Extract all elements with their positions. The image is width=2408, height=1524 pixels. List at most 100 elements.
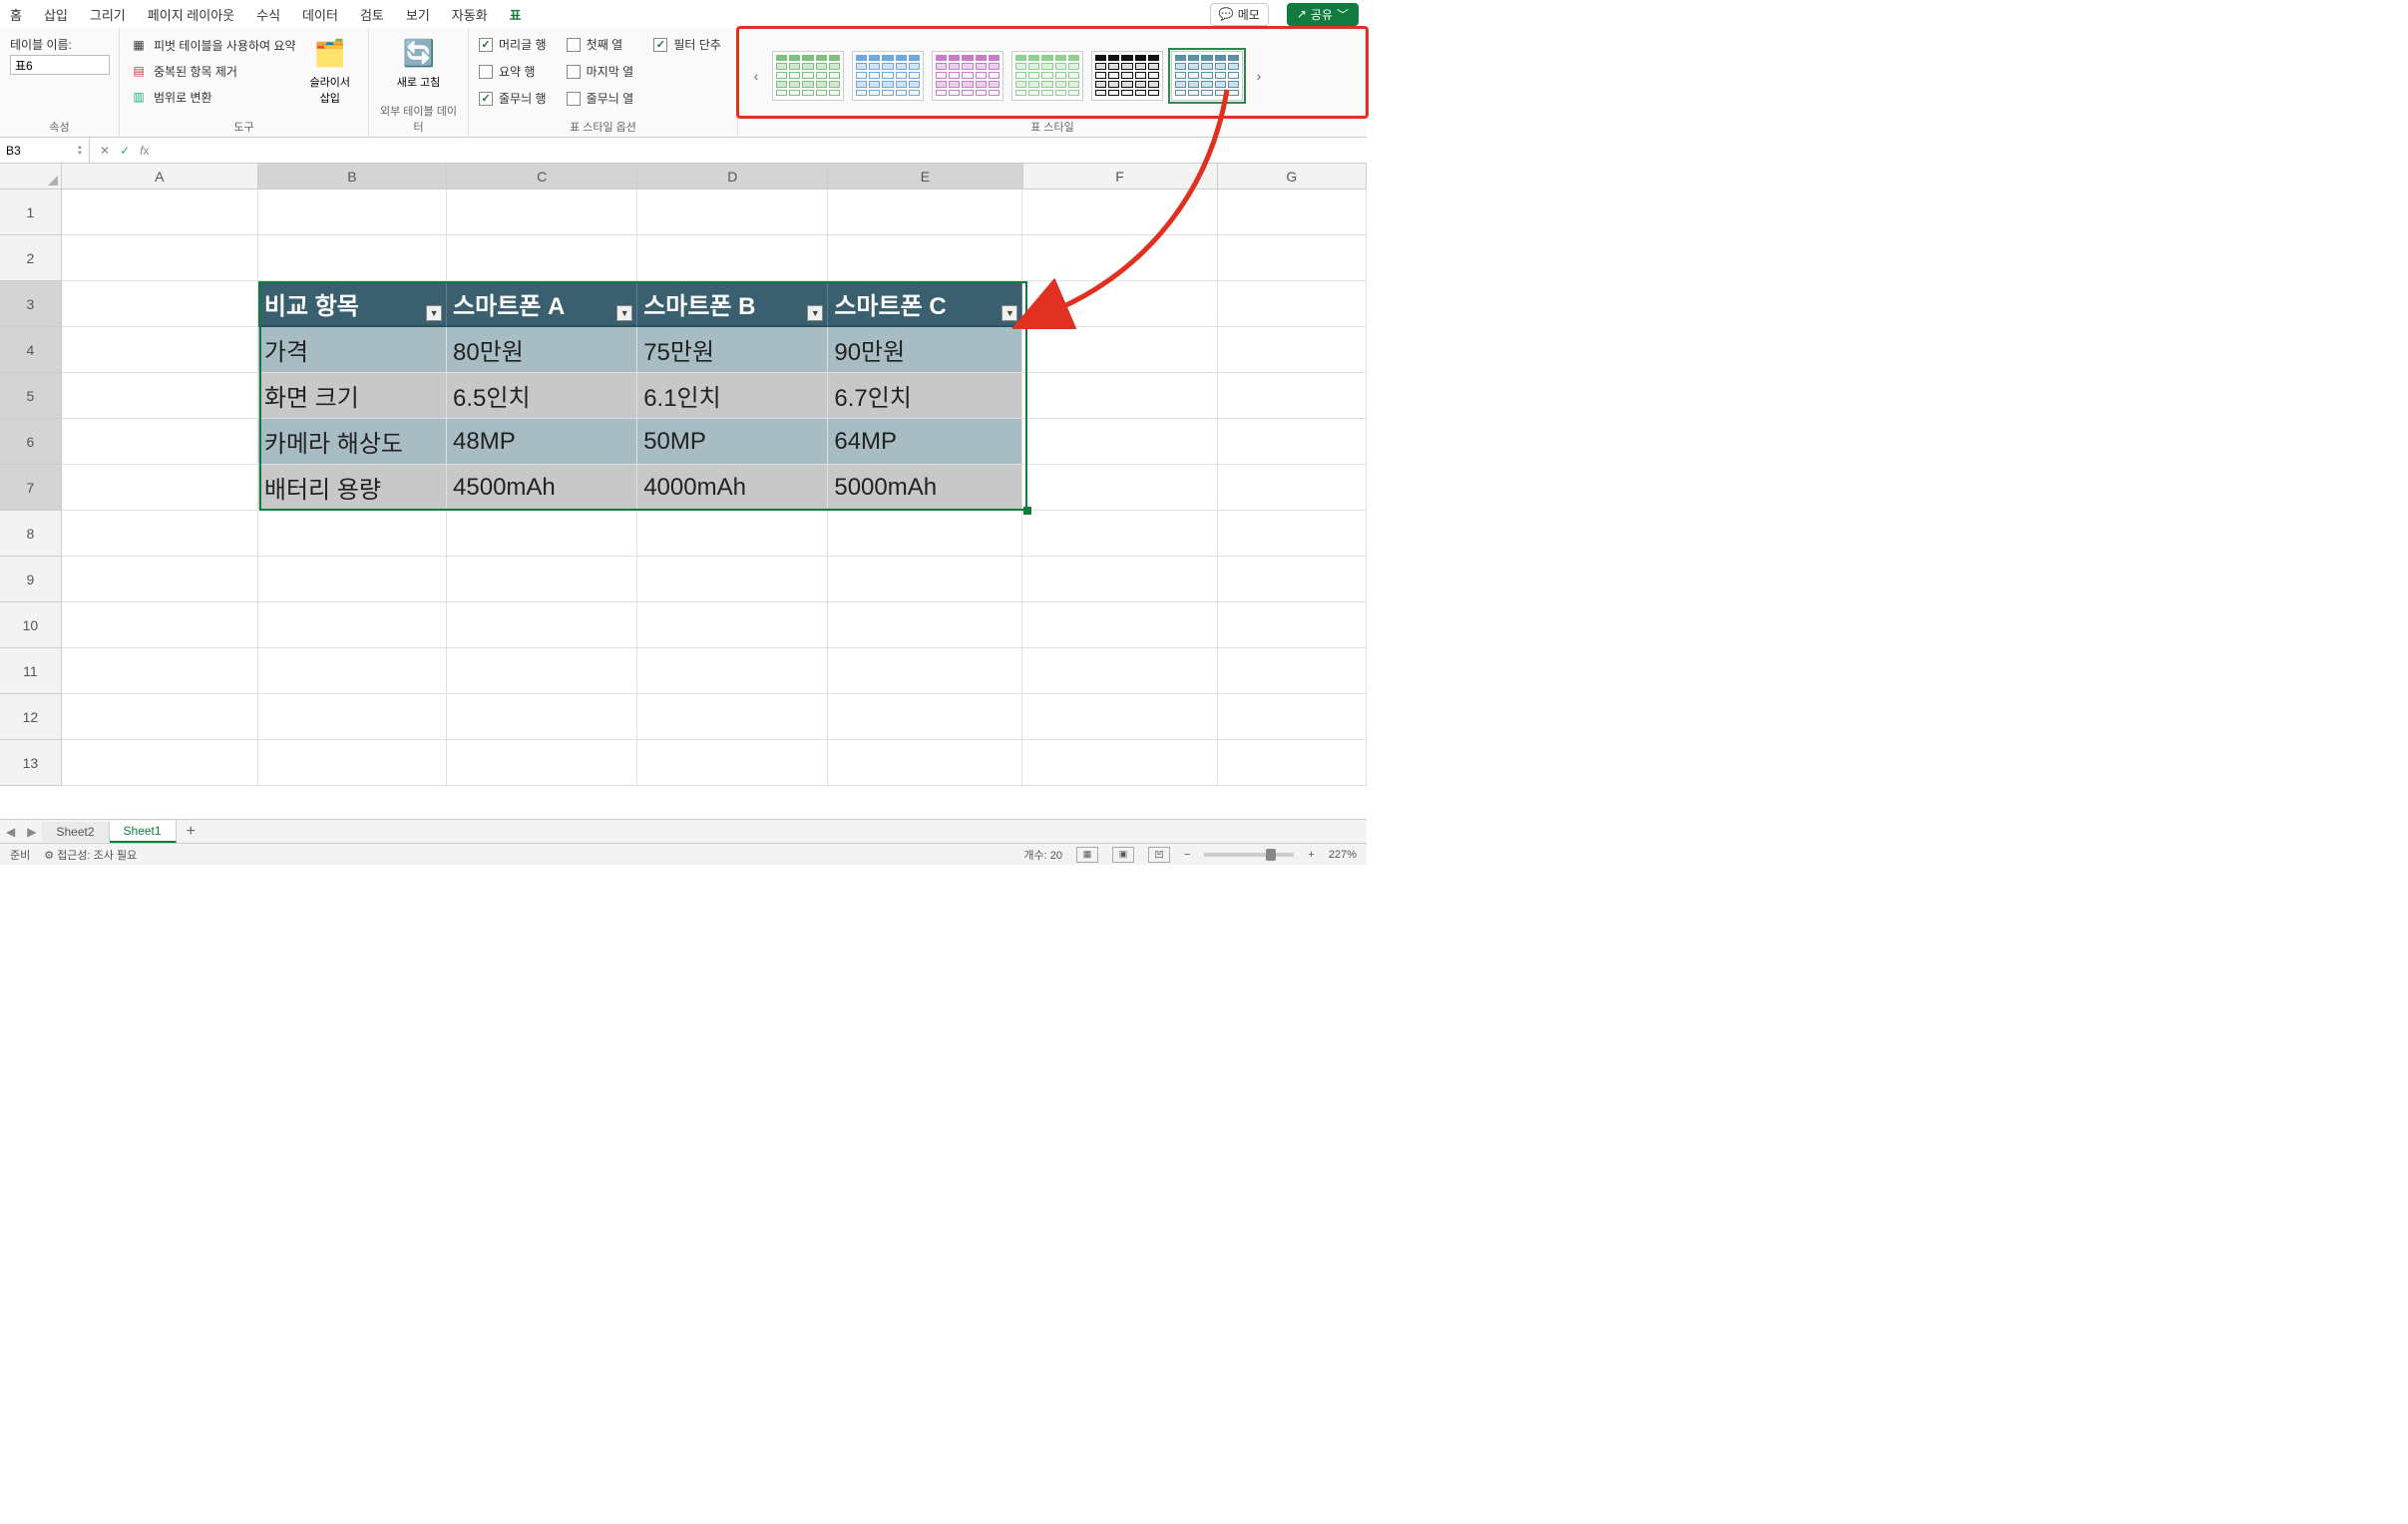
cell-C4[interactable]: 80만원 [447,327,637,373]
slicer-button[interactable]: 🗂️ 슬라이서 삽입 [305,34,353,110]
cell-B13[interactable] [258,740,447,786]
cell-C9[interactable] [447,557,637,602]
confirm-icon[interactable]: ✓ [120,144,130,158]
cell-G7[interactable] [1218,465,1367,511]
cell-F10[interactable] [1022,602,1217,648]
gallery-next[interactable]: › [1251,51,1267,101]
cell-F3[interactable] [1022,281,1217,327]
row-header-6[interactable]: 6 [0,419,62,465]
cell-G11[interactable] [1218,648,1367,694]
cell-E5[interactable]: 6.7인치 [828,373,1022,419]
col-header-C[interactable]: C [447,164,637,190]
cell-G10[interactable] [1218,602,1367,648]
cell-C10[interactable] [447,602,637,648]
sheet-nav-prev[interactable]: ◀ [0,825,21,839]
filter-dropdown[interactable]: ▼ [616,305,632,321]
cell-D11[interactable] [637,648,828,694]
row-header-3[interactable]: 3 [0,281,62,327]
opt-banded-row[interactable]: 줄무늬 행 [479,88,553,109]
tab-data[interactable]: 데이터 [300,1,340,28]
cell-G12[interactable] [1218,694,1367,740]
zoom-in[interactable]: + [1308,849,1314,861]
add-sheet-button[interactable]: + [177,823,205,841]
row-header-7[interactable]: 7 [0,465,62,511]
cell-F6[interactable] [1022,419,1217,465]
zoom-out[interactable]: − [1184,849,1190,861]
cell-B1[interactable] [258,190,447,235]
cell-A1[interactable] [62,190,258,235]
cell-D7[interactable]: 4000mAh [637,465,828,511]
col-header-E[interactable]: E [828,164,1022,190]
cell-C6[interactable]: 48MP [447,419,637,465]
tab-home[interactable]: 홈 [8,1,24,28]
row-header-2[interactable]: 2 [0,235,62,281]
row-header-10[interactable]: 10 [0,602,62,648]
row-header-5[interactable]: 5 [0,373,62,419]
cell-C11[interactable] [447,648,637,694]
cell-E11[interactable] [828,648,1022,694]
cell-E9[interactable] [828,557,1022,602]
share-button[interactable]: ↗ 공유 ﹀ [1287,3,1359,26]
cell-D8[interactable] [637,511,828,557]
sheet-tab-2[interactable]: Sheet2 [42,822,109,842]
cell-D9[interactable] [637,557,828,602]
cell-D1[interactable] [637,190,828,235]
cell-E8[interactable] [828,511,1022,557]
cell-C1[interactable] [447,190,637,235]
cell-C7[interactable]: 4500mAh [447,465,637,511]
cell-A7[interactable] [62,465,258,511]
remove-dup-button[interactable]: ▤중복된 항목 제거 [130,60,295,82]
filter-dropdown[interactable]: ▼ [1002,305,1017,321]
cell-F8[interactable] [1022,511,1217,557]
cell-A13[interactable] [62,740,258,786]
cell-E10[interactable] [828,602,1022,648]
cell-F1[interactable] [1022,190,1217,235]
cell-G4[interactable] [1218,327,1367,373]
zoom-slider[interactable] [1204,853,1294,857]
tab-table[interactable]: 표 [508,1,524,28]
table-style-1[interactable] [772,51,844,101]
cell-E7[interactable]: 5000mAh [828,465,1022,511]
memo-button[interactable]: 💬 메모 [1210,3,1269,26]
cell-C2[interactable] [447,235,637,281]
cell-E6[interactable]: 64MP [828,419,1022,465]
cell-F12[interactable] [1022,694,1217,740]
cell-A10[interactable] [62,602,258,648]
col-header-B[interactable]: B [258,164,447,190]
cell-G3[interactable] [1218,281,1367,327]
col-header-A[interactable]: A [62,164,258,190]
opt-banded-col[interactable]: 줄무늬 열 [567,88,640,109]
table-name-input[interactable] [10,55,110,75]
view-normal[interactable]: ▦ [1076,847,1098,863]
gallery-prev[interactable]: ‹ [748,51,764,101]
table-style-6[interactable] [1171,51,1243,101]
col-header-F[interactable]: F [1023,164,1218,190]
row-header-12[interactable]: 12 [0,694,62,740]
cell-B11[interactable] [258,648,447,694]
tab-auto[interactable]: 자동화 [450,1,490,28]
cell-A4[interactable] [62,327,258,373]
tab-draw[interactable]: 그리기 [88,1,128,28]
cell-E13[interactable] [828,740,1022,786]
cell-E3[interactable]: 스마트폰 C▼ [828,281,1022,327]
cell-G9[interactable] [1218,557,1367,602]
cell-B10[interactable] [258,602,447,648]
cell-G8[interactable] [1218,511,1367,557]
cell-D3[interactable]: 스마트폰 B▼ [637,281,828,327]
tab-layout[interactable]: 페이지 레이아웃 [146,1,236,28]
row-header-9[interactable]: 9 [0,557,62,602]
cell-E1[interactable] [828,190,1022,235]
cell-E2[interactable] [828,235,1022,281]
cell-F7[interactable] [1022,465,1217,511]
cell-G2[interactable] [1218,235,1367,281]
cell-B6[interactable]: 카메라 해상도 [258,419,447,465]
opt-last-col[interactable]: 마지막 열 [567,61,640,82]
cell-D2[interactable] [637,235,828,281]
tab-review[interactable]: 검토 [358,1,386,28]
cell-A9[interactable] [62,557,258,602]
cell-B7[interactable]: 배터리 용량 [258,465,447,511]
cell-C8[interactable] [447,511,637,557]
opt-first-col[interactable]: 첫째 열 [567,34,640,55]
opt-filter-btn[interactable]: 필터 단추 [653,34,727,55]
cell-F5[interactable] [1022,373,1217,419]
